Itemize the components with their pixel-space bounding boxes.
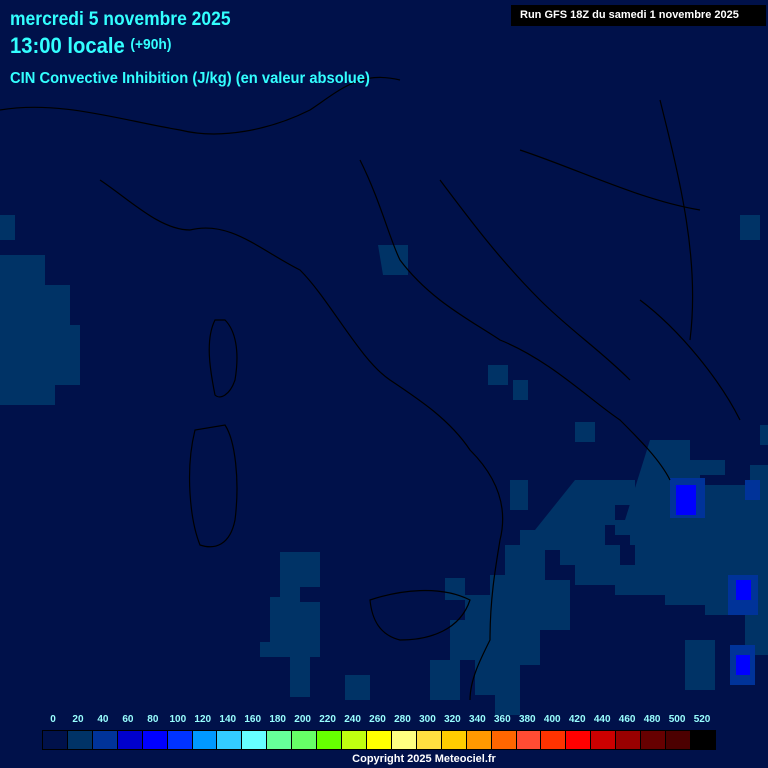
legend-swatch — [167, 731, 193, 749]
forecast-date: mercredi 5 novembre 2025 — [10, 9, 231, 30]
legend-swatch — [92, 731, 118, 749]
legend-label: 480 — [643, 714, 661, 725]
forecast-time: 13:00 locale (+90h) — [10, 33, 171, 59]
legend-label: 520 — [693, 714, 711, 725]
legend-swatch — [666, 731, 691, 749]
legend-label: 120 — [194, 714, 212, 725]
legend-label: 40 — [97, 714, 109, 725]
legend-swatch — [416, 731, 442, 749]
legend-swatch — [616, 731, 642, 749]
legend-label: 380 — [518, 714, 536, 725]
legend-swatch — [466, 731, 492, 749]
legend-label: 300 — [419, 714, 436, 725]
legend-swatch — [391, 731, 417, 749]
legend-label: 60 — [122, 714, 134, 725]
legend-swatch — [67, 731, 93, 749]
legend-swatch — [641, 731, 667, 749]
cin-map — [0, 76, 768, 715]
weather-map-page: mercredi 5 novembre 2025 13:00 locale (+… — [0, 0, 768, 768]
legend-label: 440 — [593, 714, 611, 725]
legend-label: 180 — [269, 714, 286, 725]
run-info: Run GFS 18Z du samedi 1 novembre 2025 — [511, 5, 766, 26]
legend-swatch — [441, 731, 467, 749]
legend-swatch — [491, 731, 517, 749]
legend-swatch — [292, 731, 318, 749]
legend-swatch — [342, 731, 367, 749]
legend-labels: 0 20 40 60 80 100 120 140 160 180 200 220 240 260 280 3… — [42, 714, 716, 728]
legend-swatch — [267, 731, 293, 749]
legend-swatch — [541, 731, 567, 749]
legend-label: 80 — [147, 714, 159, 725]
legend-label: 220 — [319, 714, 336, 725]
legend-label: 500 — [668, 714, 686, 725]
legend-swatch — [43, 731, 68, 749]
legend-label: 340 — [469, 714, 486, 725]
local-time: 13:00 locale — [10, 33, 125, 58]
legend-label: 260 — [369, 714, 386, 725]
legend-label: 160 — [244, 714, 262, 725]
legend-swatch — [690, 731, 715, 749]
copyright: Copyright 2025 Meteociel.fr — [352, 753, 496, 765]
legend-label: 400 — [543, 714, 561, 725]
legend-color-bar — [42, 730, 716, 750]
legend-swatch — [317, 731, 343, 749]
legend-swatch — [242, 731, 268, 749]
parameter-title: CIN Convective Inhibition (J/kg) (en val… — [10, 70, 370, 87]
legend-label: 320 — [444, 714, 461, 725]
legend-label: 460 — [618, 714, 636, 725]
legend-swatch — [142, 731, 168, 749]
legend-swatch — [217, 731, 243, 749]
legend-label: 280 — [394, 714, 411, 725]
legend-swatch — [516, 731, 542, 749]
legend-label: 200 — [294, 714, 311, 725]
legend-swatch — [117, 731, 143, 749]
legend-label: 100 — [169, 714, 187, 725]
forecast-offset: (+90h) — [130, 36, 172, 53]
legend-label: 420 — [568, 714, 586, 725]
legend-label: 140 — [219, 714, 237, 725]
legend-swatch — [591, 731, 617, 749]
legend-swatch — [192, 731, 218, 749]
legend-swatch — [366, 731, 392, 749]
legend-label: 0 — [50, 714, 56, 725]
legend-label: 360 — [493, 714, 511, 725]
legend-label: 240 — [344, 714, 361, 725]
coastlines-borders — [0, 76, 741, 701]
legend-swatch — [566, 731, 592, 749]
legend-label: 20 — [72, 714, 84, 725]
cin-field-low — [0, 215, 768, 715]
